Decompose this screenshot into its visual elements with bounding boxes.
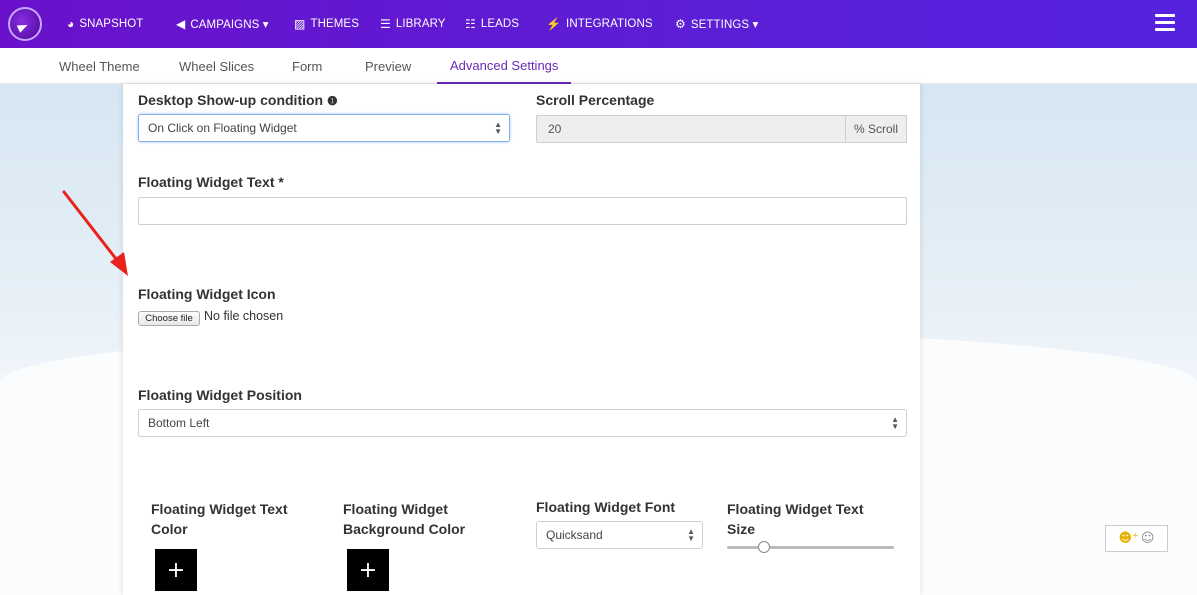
choose-file-button[interactable]: Choose file xyxy=(138,311,200,326)
nav-leads[interactable]: ☷ LEADS xyxy=(465,0,519,48)
nav-themes-label: THEMES xyxy=(310,18,359,30)
cogs-icon: ⚙ xyxy=(675,17,686,31)
desktop-condition-label-text: Desktop Show-up condition xyxy=(138,92,324,108)
widget-text-label: Floating Widget Text * xyxy=(138,174,284,190)
list-icon: ☷ xyxy=(465,17,476,31)
nav-snapshot[interactable]: ◕ SNAPSHOT xyxy=(67,0,143,48)
nav-campaigns-label: CAMPAIGNS ▾ xyxy=(190,19,269,31)
background-color-picker-button[interactable]: + xyxy=(347,549,389,591)
scroll-percentage-value: 20 xyxy=(548,122,562,136)
widget-position-value: Bottom Left xyxy=(148,416,210,430)
widget-font-select[interactable]: Quicksand ▲ ▼ xyxy=(536,521,703,549)
image-icon: ▨ xyxy=(294,17,306,31)
info-icon[interactable]: ❶ xyxy=(327,94,338,108)
widget-icon-label: Floating Widget Icon xyxy=(138,286,276,302)
no-file-chosen-text: No file chosen xyxy=(204,309,284,323)
select-arrows-icon: ▲ ▼ xyxy=(891,415,899,431)
scroll-percentage-input[interactable]: 20 xyxy=(536,115,846,143)
background-color-label: Floating Widget Background Color xyxy=(343,499,465,539)
desktop-condition-value: On Click on Floating Widget xyxy=(148,121,297,135)
widget-position-label: Floating Widget Position xyxy=(138,387,302,403)
tab-wheel-theme[interactable]: Wheel Theme xyxy=(59,48,140,84)
nav-integrations[interactable]: ⚡ INTEGRATIONS xyxy=(546,0,653,48)
tab-form[interactable]: Form xyxy=(292,48,322,84)
emoji-add-icon: ☻⁺ xyxy=(1118,531,1139,546)
widget-font-value: Quicksand xyxy=(546,528,603,542)
settings-tabs: Wheel Theme Wheel Slices Form Preview Ad… xyxy=(0,48,1197,84)
emoji-feedback-widget[interactable]: ☻⁺ ☺ xyxy=(1105,525,1168,552)
scroll-addon: % Scroll xyxy=(845,115,907,143)
text-size-slider-track[interactable] xyxy=(727,546,894,549)
text-size-label-line2: Size xyxy=(727,521,756,537)
widget-position-select[interactable]: Bottom Left ▲ ▼ xyxy=(138,409,907,437)
nav-integrations-label: INTEGRATIONS xyxy=(566,18,653,30)
nav-themes[interactable]: ▨ THEMES xyxy=(294,0,359,48)
text-size-slider-thumb[interactable] xyxy=(757,541,770,553)
hamburger-menu-icon[interactable] xyxy=(1155,14,1175,31)
plug-icon: ⚡ xyxy=(546,17,562,31)
text-color-label: Floating Widget Text Color xyxy=(151,499,288,539)
text-size-label-line1: Floating Widget Text xyxy=(727,501,864,517)
nav-leads-label: LEADS xyxy=(480,18,520,30)
tab-advanced-settings[interactable]: Advanced Settings xyxy=(437,48,572,84)
widget-font-label: Floating Widget Font xyxy=(536,499,676,515)
app-logo[interactable] xyxy=(8,7,42,41)
nav-library[interactable]: ☰ LIBRARY xyxy=(380,0,446,48)
background-color-label-line2: Background Color xyxy=(343,521,466,537)
text-color-label-line2: Color xyxy=(151,521,188,537)
tab-wheel-slices[interactable]: Wheel Slices xyxy=(179,48,254,84)
top-navbar: ◕ SNAPSHOT ◀ CAMPAIGNS ▾ ▨ THEMES ☰ LIBR… xyxy=(0,0,1197,48)
nav-settings-label: SETTINGS ▾ xyxy=(690,19,759,31)
nav-snapshot-label: SNAPSHOT xyxy=(79,18,144,30)
smiley-icon: ☺ xyxy=(1140,531,1155,546)
select-arrows-icon: ▲ ▼ xyxy=(687,527,695,543)
nav-library-label: LIBRARY xyxy=(395,18,446,30)
nav-campaigns[interactable]: ◀ CAMPAIGNS ▾ xyxy=(176,0,269,48)
nav-settings[interactable]: ⚙ SETTINGS ▾ xyxy=(675,0,758,48)
desktop-condition-select[interactable]: On Click on Floating Widget ▲ ▼ xyxy=(138,114,510,142)
widget-text-input[interactable] xyxy=(138,197,907,225)
select-arrows-icon: ▲ ▼ xyxy=(494,120,502,136)
paper-plane-icon: ◀ xyxy=(176,17,186,31)
text-color-picker-button[interactable]: + xyxy=(155,549,197,591)
dashboard-icon: ◕ xyxy=(67,17,75,31)
background-color-label-line1: Floating Widget xyxy=(343,501,448,517)
text-color-label-line1: Floating Widget Text xyxy=(151,501,288,517)
tab-preview[interactable]: Preview xyxy=(365,48,411,84)
text-size-label: Floating Widget Text Size xyxy=(727,499,864,539)
desktop-condition-label: Desktop Show-up condition ❶ xyxy=(138,92,338,108)
book-icon: ☰ xyxy=(380,17,391,31)
annotation-arrow-icon xyxy=(62,190,128,276)
scroll-percentage-label: Scroll Percentage xyxy=(536,92,655,108)
